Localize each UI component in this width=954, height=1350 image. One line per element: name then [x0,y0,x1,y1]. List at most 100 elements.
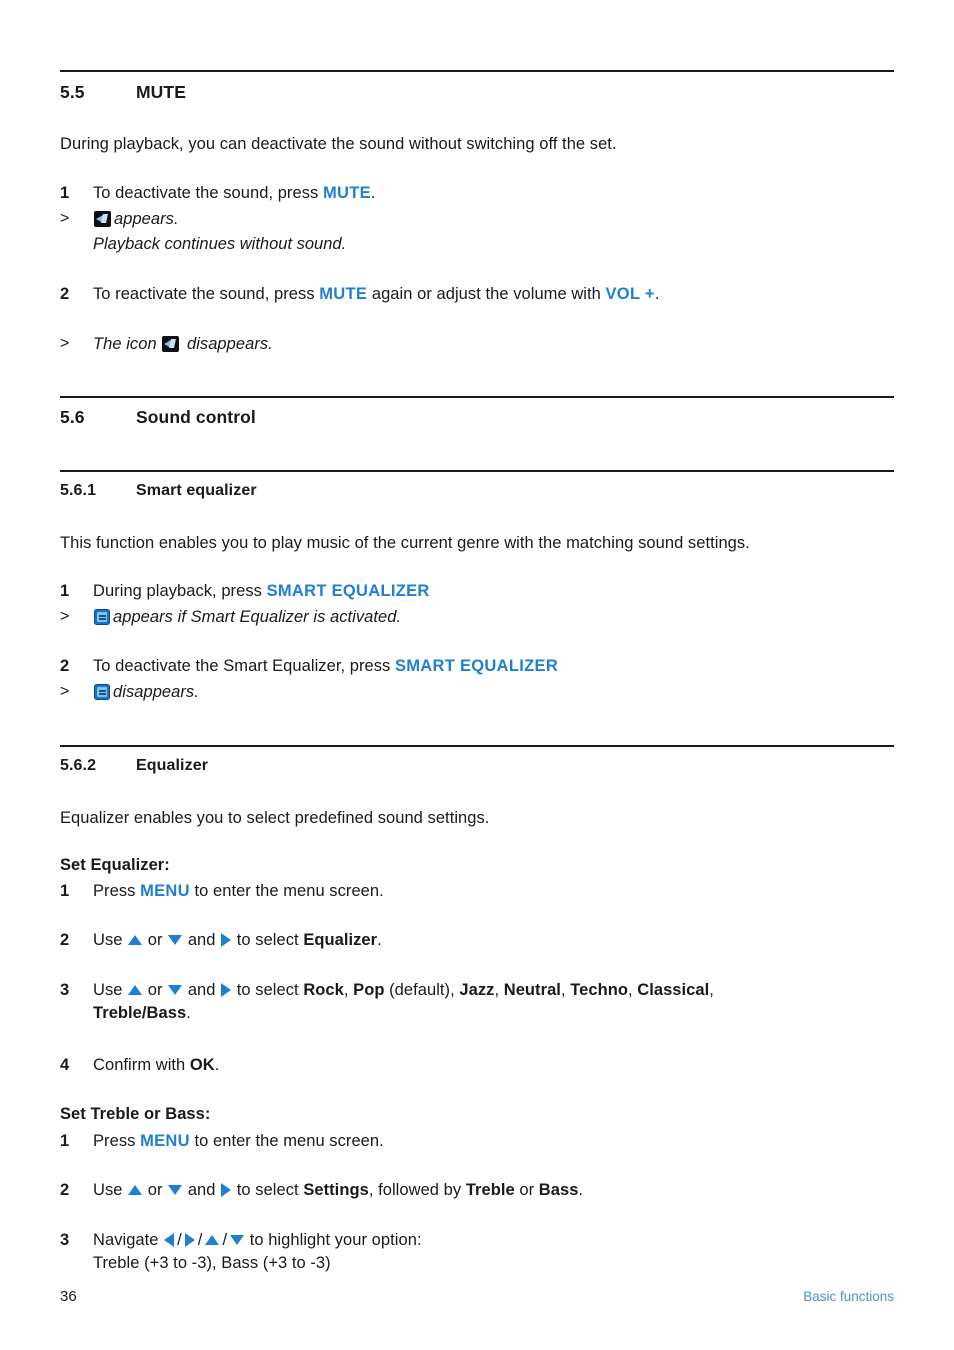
heading-title: MUTE [136,82,186,102]
separator-slash: / [177,1231,182,1249]
treble-bass-range: Treble (+3 to -3), Bass (+3 to -3) [93,1254,331,1273]
heading-5-6: 5.6 Sound control [60,407,894,428]
step-text-and: and [183,981,221,999]
smart-equalizer-icon [94,609,110,625]
mute-icon [94,211,111,227]
step-text-after: to enter the menu screen. [189,882,384,900]
step-text-and: and [183,931,221,949]
step-text: Use or and to select Settings, followed … [93,1179,894,1202]
step-text-or: or [143,931,168,949]
result-label: appears if Smart Equalizer is activated. [113,608,402,626]
eq-default-note: (default) [384,981,451,999]
key-ok: OK [189,1056,215,1074]
equalizer-intro: Equalizer enables you to select predefin… [60,809,490,827]
step-text-select: to select [232,931,304,949]
section-rule-562 [60,745,894,747]
smart-equalizer-intro: This function enables you to play music … [60,534,750,552]
result-text-before: The icon [93,335,162,353]
step-text: To deactivate the sound, press MUTE. [93,182,894,205]
step-text-before: Press [93,882,141,900]
step-marker: 2 [60,1181,70,1199]
page-footer: 36 Basic functions [60,1288,894,1305]
step-text-before: Press [93,1132,141,1150]
arrow-right-icon [221,1182,232,1197]
key-smart-equalizer: SMART EQUALIZER [394,657,559,675]
set-eq-step-3: 3 Use or and to select Rock, Pop (defaul… [60,979,894,1026]
section-rule-561 [60,470,894,472]
step-text-select: to select [232,1181,304,1199]
page-number: 36 [60,1288,77,1305]
step-text-after: . [186,1004,191,1023]
arrow-down-icon [168,934,183,945]
step-text-after: . [654,285,660,303]
arrow-right-icon [184,1232,195,1247]
step-text-before: During playback, press [93,582,267,600]
step-marker: 2 [60,931,70,949]
menu-target-equalizer: Equalizer [303,931,378,949]
mute-result-1-line2: Playback continues without sound. [93,235,347,253]
set-eq-step-1: 1 Press MENU to enter the menu screen. [60,880,894,903]
mute-intro-paragraph: During playback, you can deactivate the … [60,135,617,153]
menu-target-bass: Bass [538,1181,579,1199]
arrow-down-icon [168,984,183,995]
step-text-and: and [183,1181,221,1199]
step-text: Press MENU to enter the menu screen. [93,880,894,903]
result-text: appears if Smart Equalizer is activated. [93,606,894,629]
step-text: To deactivate the Smart Equalizer, press… [93,655,894,678]
step-text-before: To reactivate the sound, press [93,285,320,303]
arrow-left-icon [164,1232,175,1247]
step-marker: 4 [60,1056,70,1074]
result-marker: > [60,608,70,625]
result-text: disappears. [93,681,894,704]
smart-eq-result-2: > disappears. [60,681,894,704]
step-text: To reactivate the sound, press MUTE agai… [93,283,894,306]
step-text: Press MENU to enter the menu screen. [93,1130,894,1153]
eq-option-neutral: Neutral [503,981,561,999]
result-marker: > [60,683,70,700]
step-text-select: to select [232,981,304,999]
set-tb-step-2: 2 Use or and to select Settings, followe… [60,1179,894,1202]
result-text: appears. [93,208,894,231]
step-text: During playback, press SMART EQUALIZER [93,580,894,603]
mute-step-2: 2 To reactivate the sound, press MUTE ag… [60,283,894,306]
step-text-after: . [214,1056,220,1074]
arrow-up-icon [128,1184,143,1195]
step-marker: 3 [60,1231,70,1249]
step-text-use: Use [93,931,128,949]
heading-number: 5.6 [60,407,85,427]
result-marker: > [60,210,70,227]
set-treble-bass-heading: Set Treble or Bass: [60,1105,211,1123]
smart-eq-step-2: 2 To deactivate the Smart Equalizer, pre… [60,655,894,678]
step-marker: 2 [60,285,70,303]
step-text-middle: again or adjust the volume with [367,285,606,303]
heading-number: 5.6.2 [60,757,97,774]
smart-equalizer-icon [94,684,110,700]
key-vol-plus: VOL + [605,285,655,303]
eq-option-classical: Classical [637,981,710,999]
step-marker: 1 [60,184,70,202]
footer-section-label: Basic functions [803,1289,894,1304]
result-marker: > [60,335,70,352]
heading-5-6-2: 5.6.2 Equalizer [60,757,894,775]
heading-number: 5.6.1 [60,482,97,499]
step-text-followed: , followed by [368,1181,466,1199]
step-text-after: to highlight your option: [245,1231,422,1249]
arrow-down-icon [230,1234,245,1245]
step-marker: 3 [60,981,70,999]
step-text-after: to enter the menu screen. [189,1132,384,1150]
step-marker: 2 [60,657,70,675]
set-eq-step-2: 2 Use or and to select Equalizer. [60,929,894,952]
arrow-down-icon [168,1184,183,1195]
step-text-before: To deactivate the Smart Equalizer, press [93,657,395,675]
step-text-before: To deactivate the sound, press [93,184,323,202]
result-label: appears. [114,210,179,228]
key-mute: MUTE [322,184,371,202]
menu-target-settings: Settings [303,1181,369,1199]
heading-title: Smart equalizer [136,482,257,499]
key-mute: MUTE [319,285,368,303]
arrow-right-icon [221,932,232,947]
step-marker: 1 [60,582,70,600]
step-text-or: or [143,981,168,999]
heading-title: Sound control [136,407,256,427]
separator-slash: / [197,1231,203,1249]
